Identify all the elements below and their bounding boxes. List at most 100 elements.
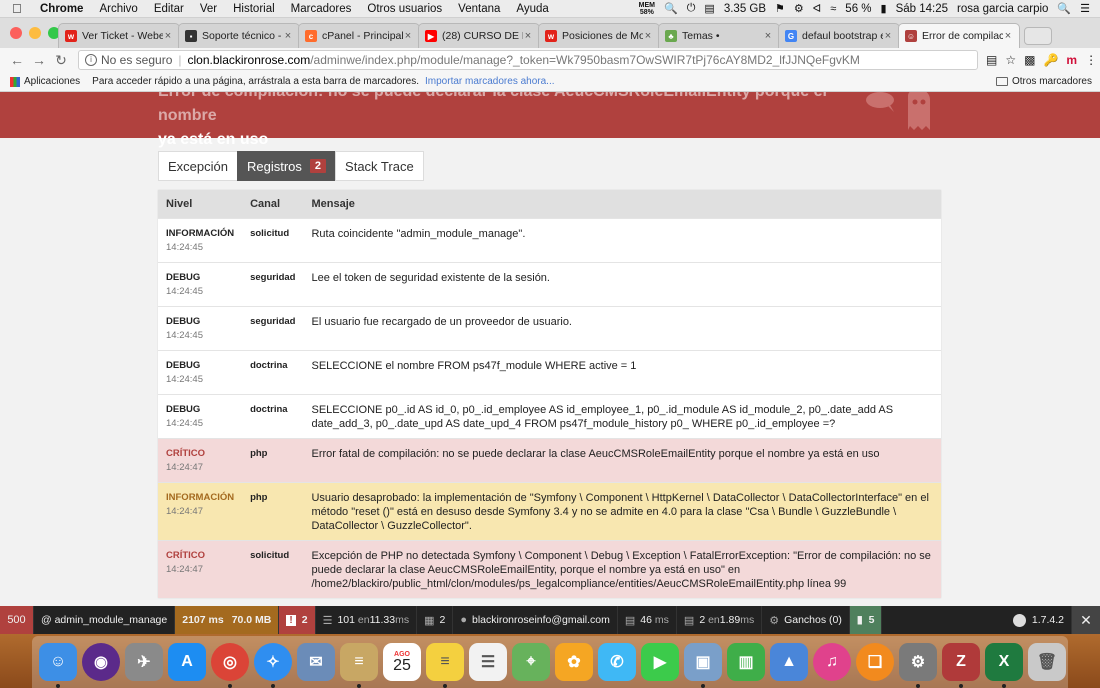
user-name[interactable]: rosa garcia carpio [957, 3, 1048, 15]
chrome-icon[interactable]: ◎ [211, 643, 249, 688]
filezilla-icon[interactable]: Z [942, 643, 980, 688]
extension-icon[interactable]: ▩ [1024, 53, 1035, 67]
wifi-icon[interactable]: ≈ [830, 3, 836, 15]
apple-icon[interactable]:  [12, 1, 28, 16]
menu-app-chrome[interactable]: Chrome [40, 3, 83, 15]
bookmark-star-icon[interactable]: ☆ [1005, 53, 1016, 67]
forms-panel[interactable]: ▦ 2 [417, 606, 454, 634]
close-tab-icon[interactable]: × [523, 30, 533, 42]
back-arrow-icon[interactable]: ← [8, 52, 26, 68]
menu-historial[interactable]: Historial [233, 3, 275, 15]
browser-tab[interactable]: ☺ Error de compilació× [898, 23, 1020, 48]
tab-stack-trace[interactable]: Stack Trace [335, 151, 424, 181]
close-tab-icon[interactable]: × [763, 30, 773, 42]
render-panel[interactable]: ▤ 46 ms [618, 606, 677, 634]
errors-panel[interactable]: ! 2 [279, 606, 316, 634]
close-tab-icon[interactable]: × [643, 30, 653, 42]
level-cell: DEBUG 14:24:45 [158, 261, 243, 306]
disk-space[interactable]: 3.35 GB [724, 3, 766, 15]
browser-tab[interactable]: ▶ (28) CURSO DE PR× [418, 23, 540, 48]
performance-panel[interactable]: 2107 ms 70.0 MB [175, 606, 280, 634]
cache-panel[interactable]: ▤ 2 en 1.89 ms [677, 606, 763, 634]
keynote-icon[interactable]: ▲ [770, 643, 808, 681]
messages-icon[interactable]: ✆ [598, 643, 636, 681]
user-panel[interactable]: ● blackironroseinfo@gmail.com [453, 606, 618, 634]
safari-icon[interactable]: ✧ [254, 643, 292, 688]
flag-icon[interactable]: ⚑ [775, 2, 785, 15]
search-tool-icon[interactable]: 🔍 [664, 2, 678, 15]
notification-center-icon[interactable]: ☰ [1080, 2, 1090, 15]
menu-otros-usuarios[interactable]: Otros usuarios [367, 3, 442, 15]
tab-logs[interactable]: Registros 2 [236, 151, 337, 181]
menu-marcadores[interactable]: Marcadores [291, 3, 352, 15]
menu-archivo[interactable]: Archivo [99, 3, 137, 15]
browser-tab[interactable]: w Ver Ticket - Weber × [58, 23, 180, 48]
maps-icon[interactable]: ⌖ [512, 643, 550, 681]
numbers-icon[interactable]: ▥ [727, 643, 765, 681]
m-extension-icon[interactable]: m [1066, 53, 1077, 67]
bookmark-apps[interactable]: Aplicaciones [24, 76, 80, 87]
ibooks-icon[interactable]: ❑ [856, 643, 894, 681]
menu-editar[interactable]: Editar [154, 3, 184, 15]
clock[interactable]: Sáb 14:25 [896, 3, 948, 15]
close-tab-icon[interactable]: × [403, 30, 413, 42]
itunes-icon[interactable]: ♫ [813, 643, 851, 681]
close-toolbar-button[interactable]: ✕ [1072, 606, 1100, 634]
forward-arrow-icon[interactable]: → [30, 52, 48, 68]
route-name[interactable]: @ admin_module_manage [34, 606, 176, 634]
trash-icon[interactable]: 🗑 [1028, 643, 1066, 681]
minimize-window-button[interactable] [29, 27, 41, 39]
browser-tab[interactable]: c cPanel - Principal × [298, 23, 420, 48]
new-tab-button[interactable] [1024, 27, 1052, 45]
power-icon[interactable]: ⏻ [687, 2, 696, 15]
modules-panel[interactable]: ▮ 5 [849, 606, 883, 634]
tab-exception[interactable]: Excepción [158, 151, 238, 181]
database-panel[interactable]: ☰ 101 en 11.33 ms [316, 606, 418, 634]
close-tab-icon[interactable]: × [163, 30, 173, 42]
info-icon[interactable]: i [85, 54, 97, 66]
menu-ayuda[interactable]: Ayuda [516, 3, 548, 15]
finder-icon[interactable]: ☺ [39, 643, 77, 688]
key-extension-icon[interactable]: 🔑 [1043, 53, 1058, 67]
facetime-icon[interactable]: ▶ [641, 643, 679, 681]
address-bar[interactable]: i No es seguro | clon.blackironrose.com … [78, 50, 978, 70]
preview-icon[interactable]: ▣ [684, 643, 722, 688]
battery-percent[interactable]: 56 % [845, 3, 871, 15]
spotlight-icon[interactable]: 🔍 [1057, 2, 1071, 15]
excel-icon[interactable]: X [985, 643, 1023, 688]
menu-dots-icon[interactable]: ⋮ [1085, 53, 1097, 67]
siri-icon[interactable]: ◉ [82, 643, 120, 681]
stickies-icon[interactable]: ≡ [426, 643, 464, 688]
translate-icon[interactable]: ▤ [986, 53, 997, 67]
gear-icon[interactable]: ⚙ [794, 2, 804, 15]
system-preferences-icon[interactable]: ⚙ [899, 643, 937, 688]
browser-tab[interactable]: ▪ Soporte técnico - W× [178, 23, 300, 48]
menu-ventana[interactable]: Ventana [458, 3, 500, 15]
close-window-button[interactable] [10, 27, 22, 39]
status-code[interactable]: 500 [0, 606, 34, 634]
bluetooth-icon[interactable]: ᐊ [813, 2, 821, 15]
memory-status[interactable]: MEM 58% [639, 2, 655, 16]
hooks-panel[interactable]: ⚙ Ganchos (0) [762, 606, 850, 634]
reload-icon[interactable]: ↻ [52, 52, 70, 69]
launchpad-icon[interactable]: ✈ [125, 643, 163, 681]
browser-tab[interactable]: Gdefaul bootstrap e × [778, 23, 900, 48]
reminders-icon[interactable]: ☰ [469, 643, 507, 681]
notes-icon[interactable]: ≡ [340, 643, 378, 688]
photos-icon[interactable]: ✿ [555, 643, 593, 681]
app-store-icon[interactable]: A [168, 643, 206, 681]
column-level: Nivel [158, 190, 243, 218]
calendar-icon[interactable]: AGO 25 [383, 643, 421, 681]
mail-icon[interactable]: ✉ [297, 643, 335, 681]
close-tab-icon[interactable]: × [883, 30, 893, 42]
close-tab-icon[interactable]: × [283, 30, 293, 42]
menu-ver[interactable]: Ver [200, 3, 217, 15]
other-bookmarks[interactable]: Otros marcadores [995, 76, 1100, 87]
version-panel[interactable]: 1.7.4.2 [1006, 606, 1072, 634]
security-status[interactable]: No es seguro [101, 53, 172, 67]
import-bookmarks-link[interactable]: Importar marcadores ahora... [425, 76, 555, 87]
browser-tab[interactable]: ♣ Temas • × [658, 23, 780, 48]
browser-tab[interactable]: w Posiciones de Mod × [538, 23, 660, 48]
close-tab-icon[interactable]: × [1003, 30, 1013, 42]
column-message: Mensaje [303, 190, 941, 218]
